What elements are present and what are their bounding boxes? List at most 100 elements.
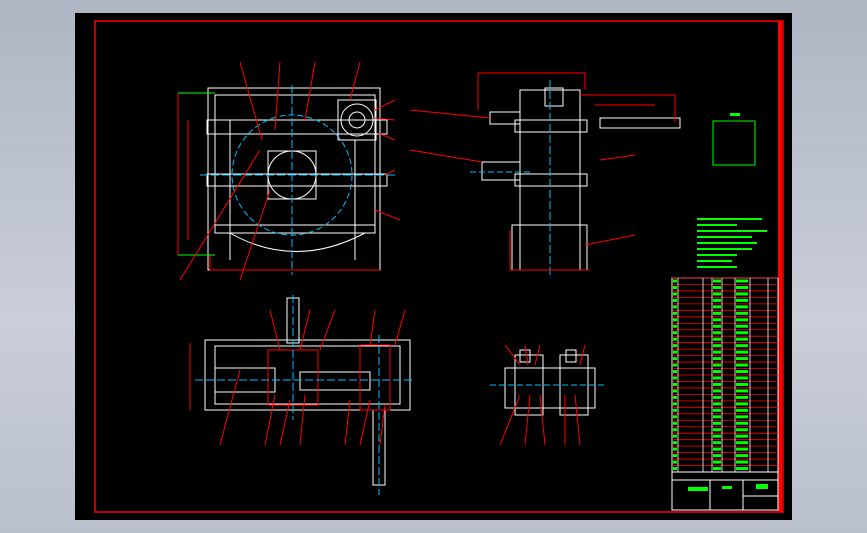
parts-list-cell-text [713,376,721,380]
parts-list-cell-text [673,428,677,432]
parts-list-cell-text [736,350,748,354]
parts-list-cell-text [673,350,677,354]
parts-list-cell-text [736,331,748,335]
parts-list-cell-text [713,279,721,283]
parts-list-cell-text [713,389,721,393]
parts-list-cell-text [673,298,677,302]
parts-list-cell-text [673,441,677,445]
parts-list-cell-text [673,337,677,341]
parts-list-cell-text [736,395,748,399]
parts-list-cell-text [673,460,677,464]
parts-list-cell-text [713,441,721,445]
parts-list-cell-text [673,415,677,419]
parts-list-cell-text [713,415,721,419]
parts-list-cell-text [736,370,748,374]
parts-list-cell-text [673,421,677,425]
parts-list-cell-text [713,382,721,386]
drawing-canvas[interactable] [75,13,792,520]
parts-list-cell-text [713,467,721,471]
parts-list-cell-text [736,363,748,367]
parts-list-cell-text [736,421,748,425]
parts-list-cell-text [736,311,748,315]
parts-list-cell-text [736,318,748,322]
parts-list-cell-text [736,402,748,406]
parts-list-cell-text [673,363,677,367]
parts-list-cell-text [673,434,677,438]
parts-list-cell-text [713,460,721,464]
top-section-view [189,295,415,495]
front-view [177,61,401,281]
parts-list-cell-text [713,311,721,315]
parts-list-cell-text [673,382,677,386]
side-view [409,72,681,275]
parts-list-cell-text [713,408,721,412]
parts-list-cell-text [673,344,677,348]
parts-list-cell-text [736,292,748,296]
parts-list-cell-text [713,428,721,432]
parts-list-cell-text [736,298,748,302]
parts-list-cell-text [736,389,748,393]
parts-list-cell-text [673,402,677,406]
parts-list-cell-text [713,357,721,361]
parts-list-cell-text [736,428,748,432]
parts-list-cell-text [736,434,748,438]
parts-list-cell-text [713,331,721,335]
parts-list-cell-text [736,382,748,386]
parts-list-cell-text [713,363,721,367]
detail-view [490,344,605,446]
parts-list-cell-text [736,460,748,464]
parts-list-cell-text [736,285,748,289]
parts-list-cell-text [736,337,748,341]
parts-list-cell-text [673,395,677,399]
parts-list-cell-text [673,447,677,451]
parts-list-cell-text [673,389,677,393]
parts-list-cell-text [713,350,721,354]
parts-list-cell-text [713,305,721,309]
parts-list-cell-text [673,279,677,283]
parts-list-cell-text [713,324,721,328]
parts-list-cell-text [713,434,721,438]
outer-border [94,20,784,513]
border-strip [778,21,782,512]
parts-list-cell-text [736,441,748,445]
parts-list-cell-text [736,408,748,412]
parts-list-cell-text [673,357,677,361]
parts-list-cell-text [673,292,677,296]
parts-list-cell-text [736,305,748,309]
parts-list-cell-text [736,447,748,451]
parts-list-cell-text [673,311,677,315]
parts-list-cell-text [713,318,721,322]
parts-list-cell-text [673,454,677,458]
parts-list-cell-text [673,331,677,335]
parts-list-cell-text [736,376,748,380]
parts-list-cell-text [736,279,748,283]
parts-list-cell-text [713,344,721,348]
parts-list-cell-text [713,298,721,302]
parts-list-cell-text [673,376,677,380]
technical-requirements [697,113,767,268]
parts-list-cell-text [713,285,721,289]
parts-list-cell-text [713,454,721,458]
parts-list-cell-text [713,421,721,425]
parts-list-cell-text [736,415,748,419]
parts-list-cell-text [713,370,721,374]
parts-list [671,277,779,511]
parts-list-cell-text [713,292,721,296]
parts-list-cell-text [713,337,721,341]
parts-list-cell-text [673,318,677,322]
parts-list-cell-text [736,467,748,471]
parts-list-cell-text [713,402,721,406]
parts-list-cell-text [673,370,677,374]
parts-list-cell-text [736,454,748,458]
parts-list-cell-text [673,285,677,289]
parts-list-cell-text [736,344,748,348]
parts-list-cell-text [673,305,677,309]
cad-drawing [94,20,784,513]
parts-list-cell-text [673,467,677,471]
parts-list-cell-text [673,408,677,412]
parts-list-cell-text [713,447,721,451]
parts-list-cell-text [736,324,748,328]
parts-list-cell-text [673,324,677,328]
parts-list-cell-text [736,357,748,361]
parts-list-cell-text [713,395,721,399]
